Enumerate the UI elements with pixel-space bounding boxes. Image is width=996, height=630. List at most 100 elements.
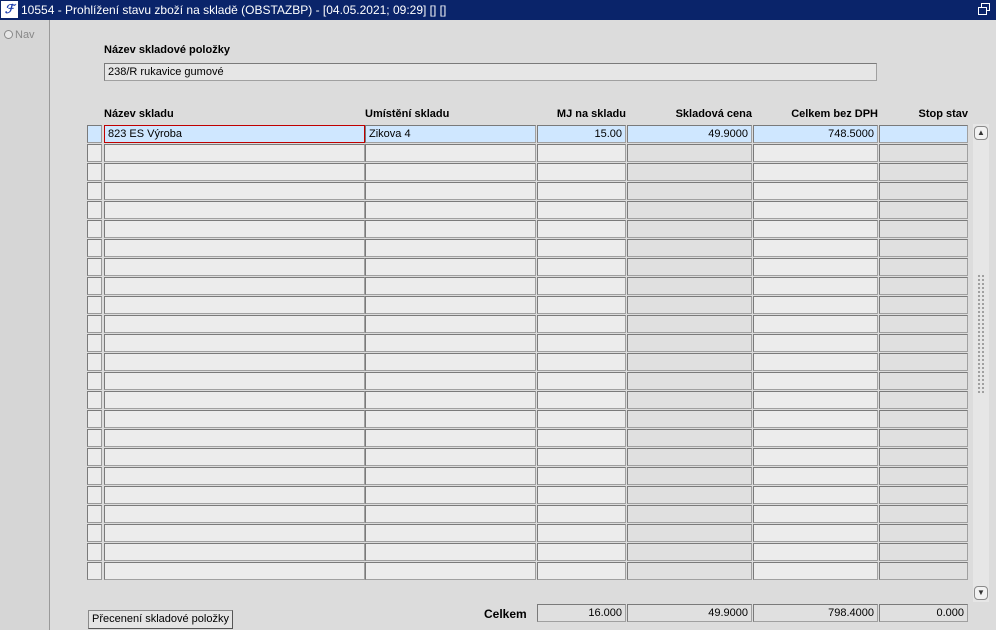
mj-cell[interactable] [537, 258, 626, 276]
mj-cell[interactable] [537, 277, 626, 295]
sklad-cell[interactable] [104, 543, 365, 561]
stop-cell[interactable] [879, 277, 968, 295]
mj-cell[interactable] [537, 182, 626, 200]
row-indicator[interactable] [87, 410, 102, 428]
stop-cell[interactable] [879, 353, 968, 371]
row-indicator[interactable] [87, 315, 102, 333]
row-indicator[interactable] [87, 125, 102, 143]
stop-cell[interactable] [879, 467, 968, 485]
umisteni-cell[interactable] [365, 144, 536, 162]
sklad-cell[interactable] [104, 448, 365, 466]
row-indicator[interactable] [87, 258, 102, 276]
umisteni-cell[interactable] [365, 296, 536, 314]
cena-cell[interactable] [627, 467, 752, 485]
stop-cell[interactable] [879, 391, 968, 409]
mj-cell[interactable]: 15.00 [537, 125, 626, 143]
celkem-cell[interactable] [753, 296, 878, 314]
mj-cell[interactable] [537, 391, 626, 409]
stop-cell[interactable] [879, 258, 968, 276]
sklad-cell[interactable] [104, 467, 365, 485]
sklad-cell[interactable] [104, 182, 365, 200]
cena-cell[interactable] [627, 182, 752, 200]
stop-cell[interactable] [879, 220, 968, 238]
umisteni-cell[interactable] [365, 277, 536, 295]
row-indicator[interactable] [87, 543, 102, 561]
scroll-grip[interactable] [977, 274, 985, 394]
stop-cell[interactable] [879, 448, 968, 466]
sklad-cell[interactable] [104, 429, 365, 447]
umisteni-cell[interactable] [365, 486, 536, 504]
umisteni-cell[interactable] [365, 543, 536, 561]
cena-cell[interactable] [627, 486, 752, 504]
umisteni-cell[interactable] [365, 410, 536, 428]
stop-cell[interactable] [879, 201, 968, 219]
sklad-cell[interactable] [104, 201, 365, 219]
umisteni-cell[interactable] [365, 239, 536, 257]
celkem-cell[interactable] [753, 277, 878, 295]
celkem-cell[interactable]: 748.5000 [753, 125, 878, 143]
celkem-cell[interactable] [753, 372, 878, 390]
umisteni-cell[interactable] [365, 562, 536, 580]
sklad-cell[interactable] [104, 486, 365, 504]
umisteni-cell[interactable]: Zikova 4 [365, 125, 536, 143]
scroll-down-icon[interactable]: ▼ [974, 586, 988, 600]
cena-cell[interactable] [627, 524, 752, 542]
cena-cell[interactable] [627, 543, 752, 561]
row-indicator[interactable] [87, 239, 102, 257]
row-indicator[interactable] [87, 562, 102, 580]
celkem-cell[interactable] [753, 334, 878, 352]
stop-cell[interactable] [879, 429, 968, 447]
celkem-cell[interactable] [753, 258, 878, 276]
sklad-cell[interactable] [104, 334, 365, 352]
mj-cell[interactable] [537, 372, 626, 390]
mj-cell[interactable] [537, 239, 626, 257]
cena-cell[interactable] [627, 448, 752, 466]
umisteni-cell[interactable] [365, 391, 536, 409]
cena-cell[interactable] [627, 391, 752, 409]
stop-cell[interactable] [879, 144, 968, 162]
cena-cell[interactable] [627, 562, 752, 580]
row-indicator[interactable] [87, 353, 102, 371]
sklad-cell[interactable] [104, 505, 365, 523]
mj-cell[interactable] [537, 334, 626, 352]
row-indicator[interactable] [87, 334, 102, 352]
mj-cell[interactable] [537, 505, 626, 523]
row-indicator[interactable] [87, 163, 102, 181]
cena-cell[interactable] [627, 429, 752, 447]
celkem-cell[interactable] [753, 429, 878, 447]
umisteni-cell[interactable] [365, 334, 536, 352]
sklad-cell[interactable] [104, 562, 365, 580]
mj-cell[interactable] [537, 144, 626, 162]
stop-cell[interactable] [879, 505, 968, 523]
row-indicator[interactable] [87, 486, 102, 504]
scroll-up-icon[interactable]: ▲ [974, 126, 988, 140]
cena-cell[interactable] [627, 220, 752, 238]
stop-cell[interactable] [879, 182, 968, 200]
mj-cell[interactable] [537, 410, 626, 428]
stop-cell[interactable] [879, 163, 968, 181]
sklad-cell[interactable] [104, 524, 365, 542]
stop-cell[interactable] [879, 372, 968, 390]
mj-cell[interactable] [537, 220, 626, 238]
umisteni-cell[interactable] [365, 182, 536, 200]
stop-cell[interactable] [879, 486, 968, 504]
mj-cell[interactable] [537, 296, 626, 314]
celkem-cell[interactable] [753, 353, 878, 371]
row-indicator[interactable] [87, 144, 102, 162]
umisteni-cell[interactable] [365, 524, 536, 542]
cena-cell[interactable] [627, 258, 752, 276]
sklad-cell[interactable] [104, 315, 365, 333]
cena-cell[interactable] [627, 296, 752, 314]
umisteni-cell[interactable] [365, 448, 536, 466]
celkem-cell[interactable] [753, 543, 878, 561]
row-indicator[interactable] [87, 220, 102, 238]
stop-cell[interactable] [879, 562, 968, 580]
umisteni-cell[interactable] [365, 163, 536, 181]
cena-cell[interactable] [627, 410, 752, 428]
mj-cell[interactable] [537, 201, 626, 219]
umisteni-cell[interactable] [365, 353, 536, 371]
row-indicator[interactable] [87, 467, 102, 485]
sklad-cell[interactable] [104, 258, 365, 276]
celkem-cell[interactable] [753, 239, 878, 257]
sklad-cell[interactable] [104, 391, 365, 409]
